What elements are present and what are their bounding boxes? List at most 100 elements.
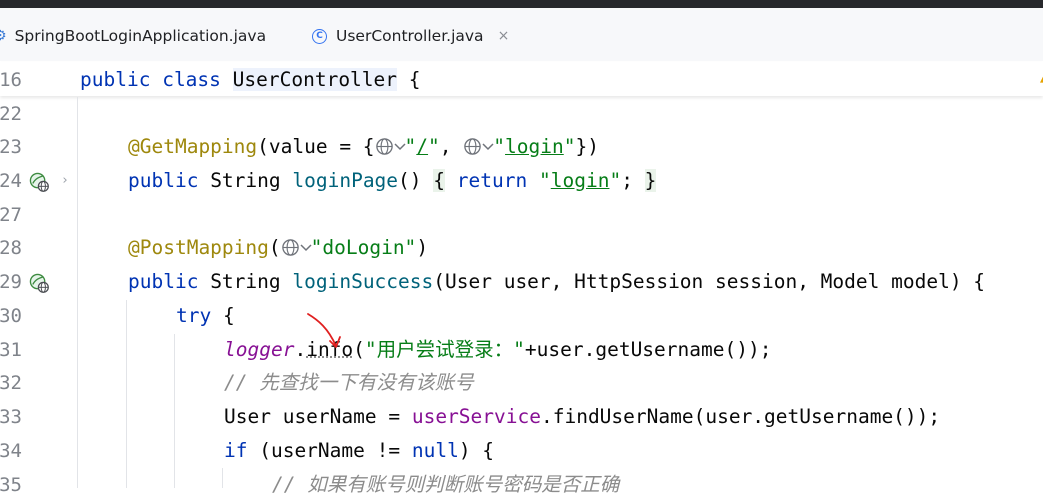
- code-line: 31 logger.info("用户尝试登录："+user.getUsernam…: [0, 333, 1043, 367]
- line-code[interactable]: @PostMapping( "doLogin"): [128, 231, 428, 265]
- code-text: .findUserName(user.getUsername());: [540, 405, 941, 428]
- tab-usercontroller[interactable]: C UserController.java ×: [312, 16, 509, 56]
- code-line: 35 // 如果有账号则判断账号密码是否正确: [0, 468, 1043, 502]
- field-reference: logger: [224, 338, 295, 361]
- code-text: User userName =: [224, 405, 412, 428]
- keyword: if: [224, 439, 248, 462]
- code-text: (: [268, 236, 281, 259]
- code-text: ) {: [458, 439, 495, 462]
- string-quote: ": [538, 169, 551, 192]
- folded-brace[interactable]: {: [433, 169, 446, 192]
- globe-icon[interactable]: [281, 238, 300, 257]
- line-code[interactable]: try {: [176, 299, 235, 333]
- code-line: 33 User userName = userService.findUserN…: [0, 400, 1043, 434]
- line-code[interactable]: if (userName != null) {: [224, 434, 494, 468]
- endpoint-globe-gutter-icon[interactable]: [29, 172, 50, 193]
- code-line: 24 › public String loginPage() { return …: [0, 164, 1043, 198]
- chevron-right-icon[interactable]: ›: [61, 164, 69, 198]
- spring-class-icon: ⚙: [0, 28, 7, 44]
- line-code[interactable]: User userName = userService.findUserName…: [224, 400, 940, 434]
- line-number: 22: [0, 103, 22, 125]
- comma: ,: [439, 135, 464, 158]
- string-url[interactable]: login: [505, 135, 564, 158]
- line-number: 23: [0, 136, 22, 158]
- string-quote: ": [404, 135, 417, 158]
- annotation: @PostMapping: [128, 236, 269, 259]
- code-line: 16 public class UserController {: [0, 63, 1043, 97]
- code-text: {: [211, 304, 235, 327]
- keyword: return: [456, 169, 528, 192]
- tab-springbootloginapplication[interactable]: ⚙ SpringBootLoginApplication.java: [0, 16, 266, 56]
- line-number: 29: [0, 271, 22, 293]
- string-quote: ": [428, 135, 440, 158]
- string-literal: "用户尝试登录：": [364, 338, 525, 361]
- code-text: (: [353, 338, 365, 361]
- keyword: public: [80, 68, 151, 91]
- string-quote: ": [609, 169, 622, 192]
- keyword: try: [176, 304, 212, 327]
- code-line: 27: [0, 198, 1043, 232]
- string-url[interactable]: login: [551, 169, 610, 192]
- endpoint-globe-gutter-icon[interactable]: [29, 273, 50, 294]
- line-code[interactable]: public String loginPage() { return "logi…: [128, 164, 657, 198]
- string-quote: ": [493, 135, 506, 158]
- code-text: ;: [621, 169, 645, 192]
- keyword: public: [128, 169, 199, 192]
- code-text: (userName !=: [247, 439, 412, 462]
- string-quote: ": [563, 135, 576, 158]
- line-number: 31: [0, 339, 22, 361]
- field-reference: userService: [411, 405, 541, 428]
- line-code[interactable]: public class UserController {: [80, 63, 421, 97]
- brace: {: [397, 68, 421, 91]
- class-name: UserController: [232, 68, 398, 91]
- line-code[interactable]: public String loginSuccess(User user, Ht…: [128, 265, 985, 299]
- java-class-icon: C: [312, 28, 327, 44]
- code-text: String: [198, 270, 293, 293]
- code-line: 34 if (userName != null) {: [0, 434, 1043, 468]
- keyword: class: [162, 68, 221, 91]
- method-name: loginPage: [292, 169, 399, 192]
- line-comment[interactable]: // 如果有账号则判断账号密码是否正确: [272, 468, 619, 502]
- globe-icon[interactable]: [375, 137, 394, 156]
- line-number: 32: [0, 372, 22, 394]
- line-number: 24: [0, 170, 22, 192]
- tab-label: SpringBootLoginApplication.java: [14, 27, 267, 45]
- globe-icon[interactable]: [463, 137, 482, 156]
- window-title-bar: [0, 0, 1043, 8]
- code-line: 32 // 先查找一下有没有该账号: [0, 366, 1043, 400]
- code-line: 22: [0, 97, 1043, 131]
- code-line: 28 @PostMapping( "doLogin"): [0, 231, 1043, 265]
- line-number: 34: [0, 440, 22, 462]
- tab-label: UserController.java: [336, 27, 484, 45]
- line-number: 28: [0, 237, 22, 259]
- line-number: 27: [0, 204, 22, 226]
- code-text: String: [198, 169, 293, 192]
- line-number: 16: [0, 69, 22, 91]
- keyword: null: [411, 439, 459, 462]
- code-text: (value = {: [257, 135, 375, 158]
- close-icon[interactable]: ×: [498, 28, 510, 44]
- code-line: 29 public String loginSuccess(User user,…: [0, 265, 1043, 299]
- folded-brace[interactable]: }: [644, 169, 657, 192]
- method-name: loginSuccess: [292, 270, 434, 293]
- line-comment[interactable]: // 先查找一下有没有该账号: [224, 366, 474, 400]
- code-line: 23 @GetMapping(value = {"/", "login"}): [0, 130, 1043, 164]
- line-number: 33: [0, 406, 22, 428]
- string-url[interactable]: /: [416, 135, 428, 158]
- editor-tab-bar: ⚙ SpringBootLoginApplication.java C User…: [0, 8, 1043, 68]
- code-text: ): [416, 236, 429, 259]
- line-code[interactable]: @GetMapping(value = {"/", "login"}): [128, 130, 599, 164]
- keyword: public: [128, 270, 199, 293]
- code-text: (User user, HttpSession session, Model m…: [433, 270, 986, 293]
- code-line: 30 try {: [0, 299, 1043, 333]
- line-number: 30: [0, 305, 22, 327]
- code-text: }): [575, 135, 599, 158]
- string-literal: "doLogin": [310, 236, 417, 259]
- code-text: (): [398, 169, 434, 192]
- annotation: @GetMapping: [128, 135, 258, 158]
- red-arrow-annotation: [307, 313, 341, 348]
